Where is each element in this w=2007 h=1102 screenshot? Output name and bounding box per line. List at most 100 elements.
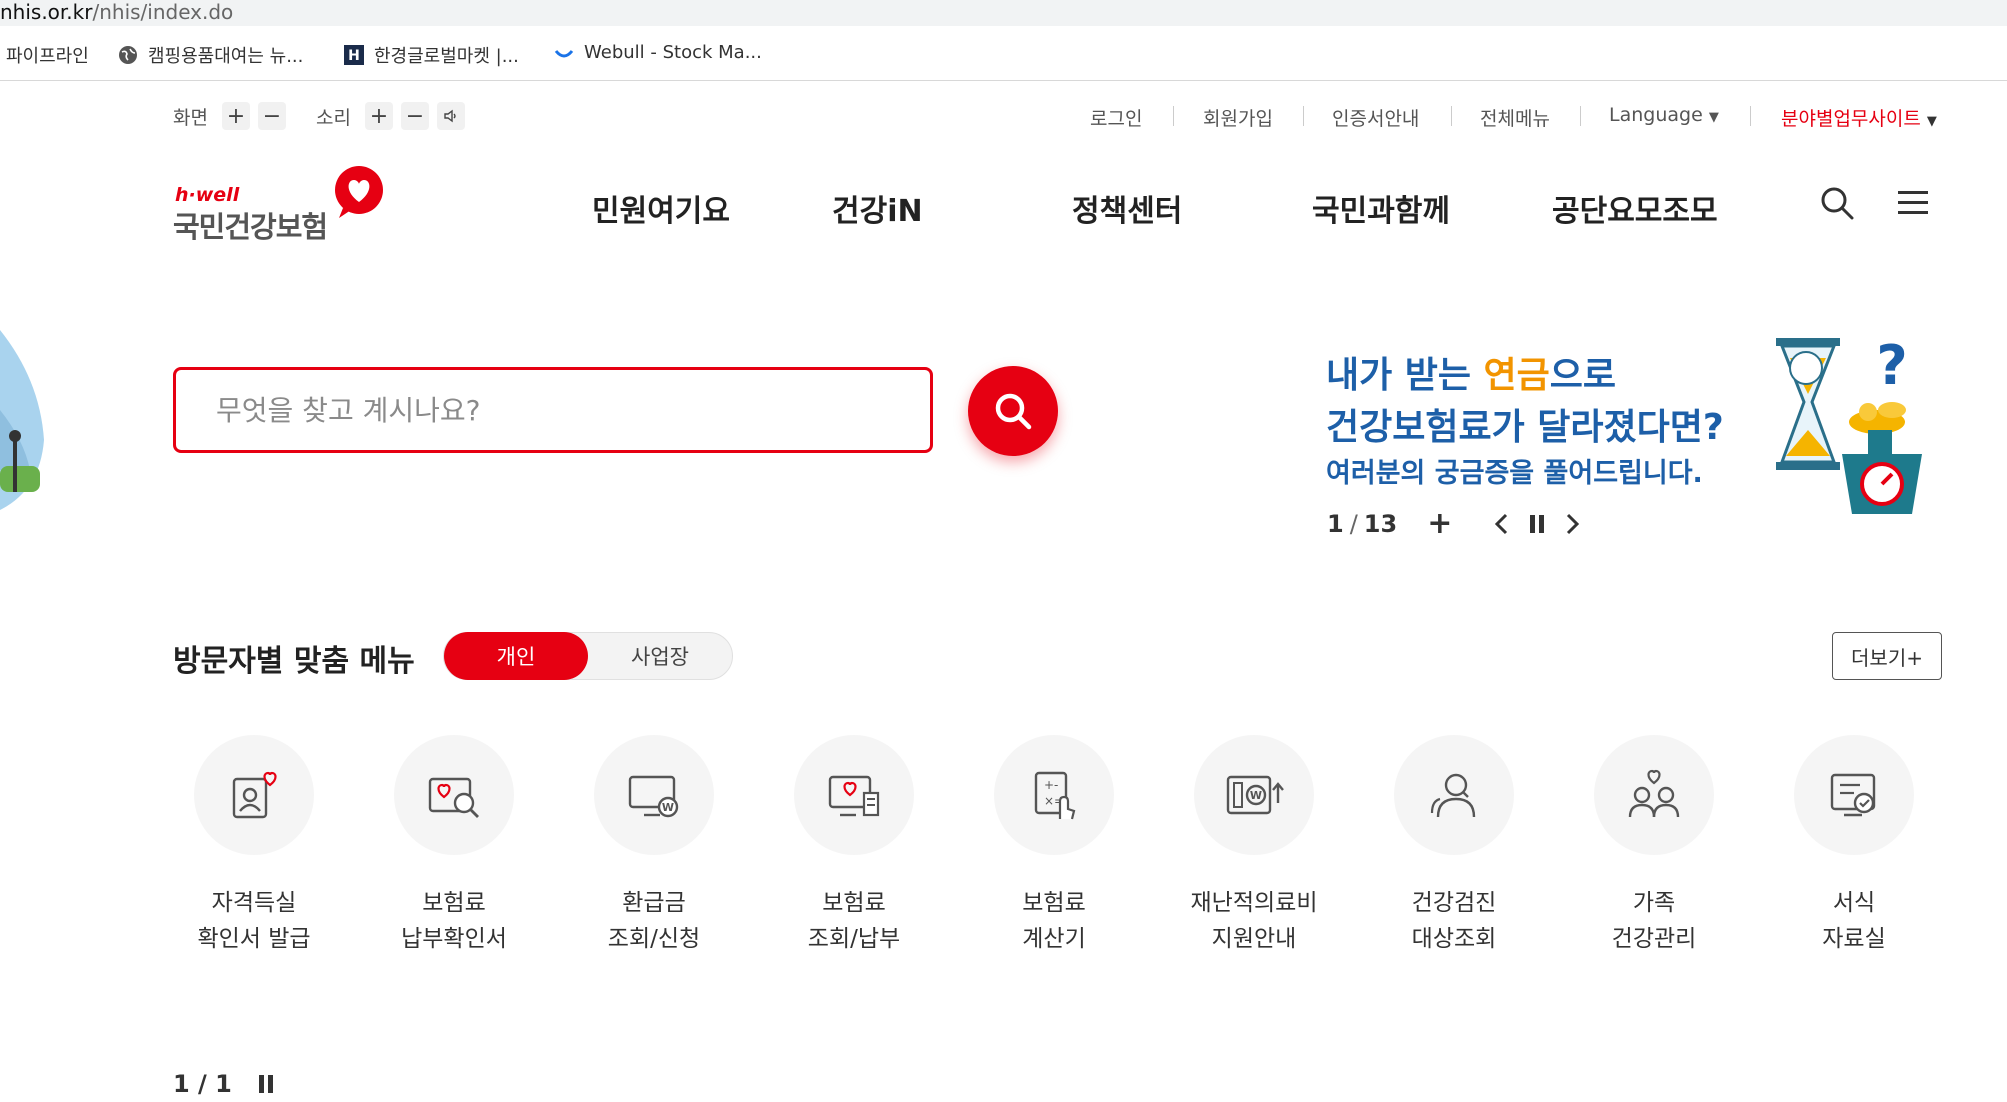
logo-main-text: 국민건강보험	[173, 210, 328, 244]
document-search-icon	[428, 777, 479, 818]
quick-menu-label-line1: 건강검진	[1411, 890, 1497, 916]
banner-line2: 건강보험료가 달라졌다면?	[1326, 407, 1724, 448]
people-search-icon	[1430, 773, 1476, 818]
login-link[interactable]: 로그인	[1090, 104, 1142, 131]
pause-icon	[1530, 514, 1545, 533]
tab-personal[interactable]: 개인	[444, 632, 588, 680]
quick-menu-family-health[interactable]: 가족 건강관리	[1574, 735, 1734, 957]
quick-menu-icon-circle	[1594, 735, 1714, 855]
nav-item-health-in[interactable]: 건강iN	[832, 186, 923, 230]
screen-zoom-in-button[interactable]: +	[221, 102, 250, 130]
quick-menu-catastrophic-medical[interactable]: W 재난적의료비 지원안내	[1174, 735, 1334, 957]
language-label: Language	[1609, 104, 1703, 126]
monitor-won-icon: W	[628, 775, 679, 818]
bookmarks-bar: 파이프라인 캠핑용품대여는 뉴... H 한경글로벌마켓 |... Webull…	[0, 28, 2007, 81]
quick-menu-icon-circle: W	[594, 735, 714, 855]
url-domain: nhis.or.kr	[0, 0, 93, 24]
language-dropdown[interactable]: Language ▼	[1609, 104, 1719, 126]
quick-menu-label-line2: 계산기	[1022, 926, 1086, 952]
svg-text:+-: +-	[1044, 778, 1058, 792]
banner-separator: /	[1349, 509, 1358, 538]
signup-link[interactable]: 회원가입	[1203, 104, 1273, 131]
quick-menu-premium-payment[interactable]: 보험료조회/납부	[774, 735, 934, 957]
bookmark-pipeline[interactable]: 파이프라인	[6, 42, 89, 68]
banner-pager: 1 / 13 +	[1327, 506, 1580, 541]
bookmark-camping[interactable]: 캠핑용품대여는 뉴...	[118, 42, 303, 68]
nav-item-about[interactable]: 공단요모조모	[1552, 186, 1718, 230]
globe-icon	[118, 45, 138, 65]
h-logo-icon: H	[344, 45, 364, 65]
quick-menu-icon-circle	[394, 735, 514, 855]
quick-menu-premium-calculator[interactable]: +- ×= 보험료 계산기	[974, 735, 1134, 957]
search-input[interactable]	[176, 370, 930, 450]
bookmark-webull[interactable]: Webull - Stock Ma...	[554, 42, 762, 63]
nav-item-with-citizens[interactable]: 국민과함께	[1312, 186, 1450, 230]
sound-down-button[interactable]: −	[400, 102, 429, 130]
banner-add-button[interactable]: +	[1427, 506, 1452, 541]
quick-menu-label-line1: 서식	[1832, 890, 1876, 916]
more-button[interactable]: 더보기+	[1832, 632, 1942, 680]
bookmark-hankyung[interactable]: H 한경글로벌마켓 |...	[344, 42, 519, 68]
quick-menu-label: 자격득실 확인서 발급	[174, 885, 334, 957]
quick-menu-label-line1: 환급금	[622, 890, 686, 916]
field-site-dropdown[interactable]: 분야별업무사이트 ▼	[1781, 104, 1937, 131]
bookmark-label: 한경글로벌마켓 |...	[374, 46, 519, 67]
quick-menu-label: 재난적의료비 지원안내	[1174, 885, 1334, 957]
quick-menu-label-line2: 납부확인서	[401, 926, 507, 952]
quick-menu-icon-circle	[1794, 735, 1914, 855]
banner-line1-highlight: 연금	[1483, 355, 1550, 396]
url-bar[interactable]: nhis.or.kr/nhis/index.do	[0, 0, 2007, 26]
search-icon	[995, 393, 1032, 430]
logo-heart-icon	[335, 166, 383, 218]
search-submit-button[interactable]	[968, 366, 1058, 456]
sound-up-button[interactable]: +	[364, 102, 393, 130]
banner-current: 1	[1327, 509, 1344, 538]
caret-down-icon: ▼	[1708, 110, 1719, 125]
url-path: /nhis/index.do	[92, 0, 234, 24]
hamburger-menu-button[interactable]	[1898, 190, 1928, 220]
all-menu-link[interactable]: 전체메뉴	[1480, 104, 1550, 131]
quick-menu-icon-circle	[794, 735, 914, 855]
banner-line1-pre: 내가 받는	[1326, 355, 1484, 396]
certificate-link[interactable]: 인증서안내	[1332, 104, 1419, 131]
screen-zoom-out-button[interactable]: −	[257, 102, 286, 130]
quick-menu-label: 서식 자료실	[1774, 885, 1934, 957]
quick-menu-payment-cert[interactable]: 보험료 납부확인서	[374, 735, 534, 957]
screen-label: 화면	[173, 106, 208, 129]
chevron-right-icon	[1567, 513, 1580, 534]
pension-banner[interactable]: 내가 받는 연금으로 건강보험료가 달라졌다면? 여러분의 궁금증을 풀어드립니…	[1326, 350, 1796, 494]
quick-menu-forms[interactable]: 서식 자료실	[1774, 735, 1934, 957]
quick-menu-health-checkup[interactable]: 건강검진 대상조회	[1374, 735, 1534, 957]
quick-menu-label-line2: 조회/납부	[807, 926, 901, 952]
quick-menu-label-line1: 보험료	[822, 890, 886, 916]
banner-next-button[interactable]	[1564, 513, 1580, 535]
quick-menu-refund[interactable]: W 환급금 조회/신청	[574, 735, 734, 957]
quick-menu-icon-circle: W	[1194, 735, 1314, 855]
banner-prev-button[interactable]	[1494, 513, 1510, 535]
tab-business[interactable]: 사업장	[588, 633, 732, 679]
form-check-icon	[1830, 773, 1876, 817]
banner-illustration: ?	[1772, 334, 1932, 522]
quick-menu-pause-button[interactable]	[258, 1074, 274, 1094]
quick-menu-pager: 1 / 1	[173, 1070, 274, 1098]
search-icon	[1821, 187, 1854, 220]
banner-line1-post: 으로	[1549, 355, 1617, 396]
quick-menu-label-line1: 재난적의료비	[1190, 890, 1318, 916]
nav-item-policy-center[interactable]: 정책센터	[1072, 186, 1182, 230]
quick-menu-label-line2: 건강관리	[1611, 926, 1697, 952]
calculator-hand-icon: +-×=	[1034, 771, 1076, 820]
webull-icon	[554, 43, 574, 63]
main-search-box	[173, 367, 933, 453]
svg-text:W: W	[662, 801, 674, 814]
screen-zoom-control: 화면 + −	[173, 102, 286, 130]
quick-menu-label: 보험료조회/납부	[774, 885, 934, 957]
banner-pause-button[interactable]	[1528, 514, 1546, 534]
nhis-logo[interactable]: h·well 국민건강보험	[173, 160, 393, 244]
header-search-button[interactable]	[1820, 186, 1854, 224]
speaker-icon[interactable]	[436, 102, 465, 130]
money-up-icon: W	[1226, 775, 1284, 815]
divider	[1173, 106, 1174, 126]
nav-item-minwon[interactable]: 민원여기요	[592, 186, 730, 230]
quick-menu-label: 가족 건강관리	[1574, 885, 1734, 957]
quick-menu-eligibility-cert[interactable]: 자격득실 확인서 발급	[174, 735, 334, 957]
